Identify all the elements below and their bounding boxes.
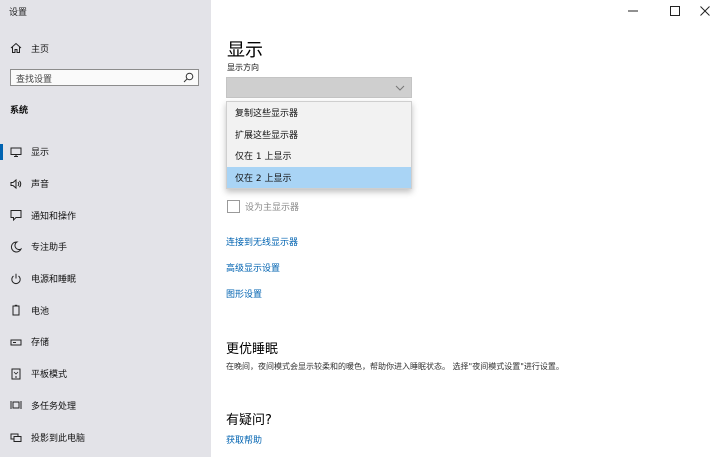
tablet-icon bbox=[11, 368, 21, 380]
sidebar-item-multitasking[interactable]: 多任务处理 bbox=[0, 390, 211, 422]
monitor-icon bbox=[10, 147, 22, 157]
sidebar-nav: 显示 声音 通知和操作 专注助手 电源和睡眠 电池 存储 平板模式 多任务处理 … bbox=[0, 136, 211, 453]
sidebar-item-sound[interactable]: 声音 bbox=[0, 168, 211, 200]
sidebar-item-label: 电池 bbox=[31, 306, 50, 317]
sidebar-item-label: 平板模式 bbox=[31, 370, 68, 381]
night-light-description: 在晚间，夜间模式会显示较柔和的暖色，帮助你进入睡眠状态。 选择"夜间模式设置"进… bbox=[226, 362, 564, 371]
sidebar-item-label: 通知和操作 bbox=[31, 211, 77, 222]
option-show-only-on-2[interactable]: 仅在 2 上显示 bbox=[227, 166, 411, 188]
primary-display-checkbox[interactable] bbox=[227, 200, 240, 213]
sidebar-item-tablet-mode[interactable]: 平板模式 bbox=[0, 358, 211, 390]
sidebar-item-label: 多任务处理 bbox=[31, 401, 77, 412]
help-heading: 有疑问? bbox=[226, 413, 272, 428]
notification-icon bbox=[10, 210, 22, 222]
display-mode-options: 复制这些显示器 扩展这些显示器 仅在 1 上显示 仅在 2 上显示 bbox=[226, 101, 412, 189]
section-title: 系统 bbox=[10, 106, 29, 116]
sidebar-item-label: 存储 bbox=[31, 338, 50, 349]
speaker-icon bbox=[10, 178, 22, 189]
get-help-link[interactable]: 获取帮助 bbox=[226, 433, 262, 446]
night-light-heading: 更优睡眠 bbox=[226, 342, 279, 357]
app-title: 设置 bbox=[9, 8, 28, 18]
chevron-down-icon bbox=[395, 85, 405, 91]
sidebar-item-power-sleep[interactable]: 电源和睡眠 bbox=[0, 263, 211, 295]
sidebar-item-label: 电源和睡眠 bbox=[31, 275, 77, 286]
main-content: 显示 显示方向 复制这些显示器 扩展这些显示器 仅在 1 上显示 仅在 2 上显… bbox=[211, 0, 720, 457]
power-icon bbox=[11, 273, 21, 284]
option-show-only-on-1[interactable]: 仅在 1 上显示 bbox=[227, 145, 411, 167]
primary-display-row: 设为主显示器 bbox=[227, 200, 299, 213]
home-icon bbox=[10, 42, 22, 53]
sidebar-item-notifications[interactable]: 通知和操作 bbox=[0, 199, 211, 231]
moon-icon bbox=[10, 241, 22, 253]
sidebar-item-display[interactable]: 显示 bbox=[0, 136, 211, 168]
option-duplicate-displays[interactable]: 复制这些显示器 bbox=[227, 102, 411, 124]
search-placeholder: 查找设置 bbox=[16, 75, 53, 85]
connect-wireless-display-link[interactable]: 连接到无线显示器 bbox=[226, 235, 298, 248]
project-icon bbox=[10, 433, 22, 443]
advanced-display-settings-link[interactable]: 高级显示设置 bbox=[226, 261, 280, 274]
sidebar-item-storage[interactable]: 存储 bbox=[0, 326, 211, 358]
search-input[interactable]: 查找设置 bbox=[10, 69, 199, 86]
sidebar-item-focus-assist[interactable]: 专注助手 bbox=[0, 231, 211, 263]
page-title: 显示 bbox=[227, 40, 263, 61]
graphics-settings-link[interactable]: 图形设置 bbox=[226, 287, 262, 300]
display-mode-dropdown[interactable] bbox=[226, 77, 412, 98]
sidebar-item-label: 显示 bbox=[31, 148, 50, 159]
search-icon bbox=[183, 72, 194, 83]
sidebar-item-project-to-pc[interactable]: 投影到此电脑 bbox=[0, 421, 211, 453]
sidebar-item-label: 投影到此电脑 bbox=[31, 433, 86, 444]
orientation-label: 显示方向 bbox=[227, 63, 259, 72]
home-label: 主页 bbox=[31, 44, 50, 55]
multitask-icon bbox=[10, 401, 22, 410]
sidebar-item-label: 专注助手 bbox=[31, 243, 68, 254]
sidebar-item-label: 声音 bbox=[31, 180, 50, 191]
sidebar: 设置 主页 查找设置 系统 显示 声音 通知和操作 专注助手 电源和睡眠 电池 … bbox=[0, 0, 211, 457]
sidebar-item-battery[interactable]: 电池 bbox=[0, 294, 211, 326]
battery-icon bbox=[12, 305, 20, 316]
home-nav[interactable]: 主页 bbox=[10, 40, 49, 56]
storage-icon bbox=[10, 339, 22, 346]
primary-display-label: 设为主显示器 bbox=[245, 203, 300, 213]
option-extend-displays[interactable]: 扩展这些显示器 bbox=[227, 124, 411, 146]
